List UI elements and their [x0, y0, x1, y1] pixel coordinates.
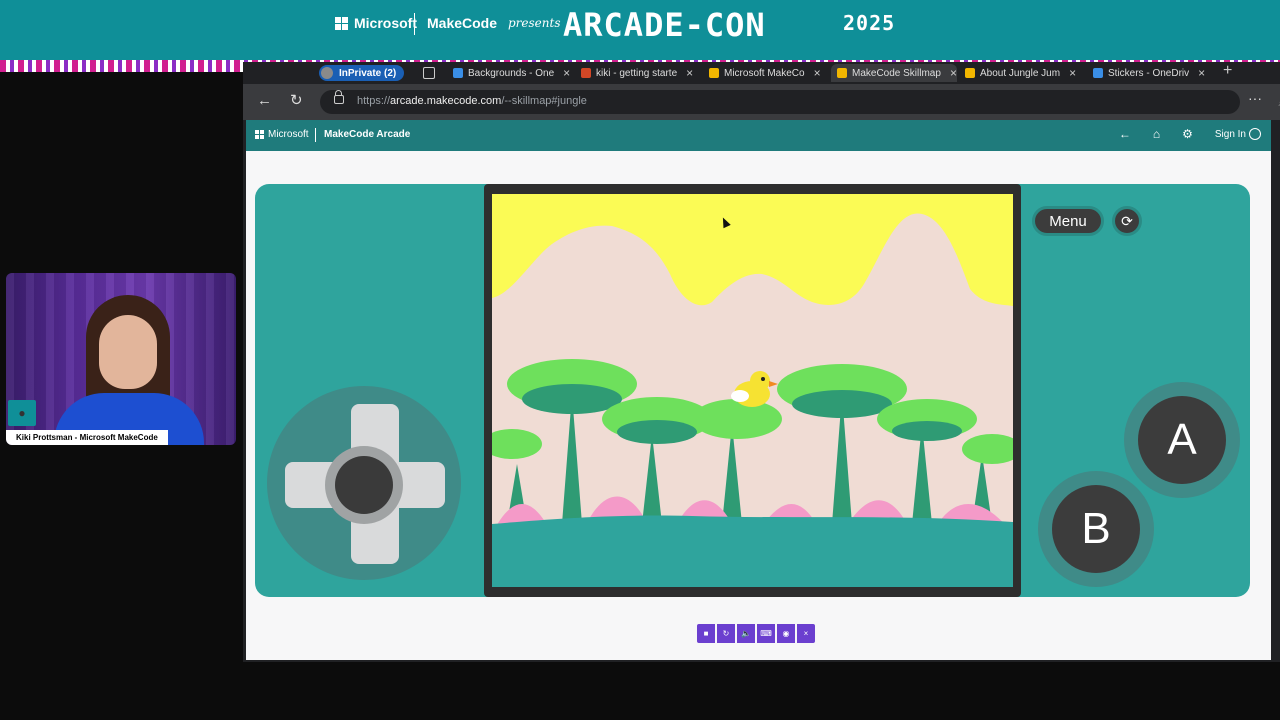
tab-about-jungle-jump[interactable]: About Jungle Jum × [965, 64, 1083, 82]
user-circle-icon [1249, 128, 1261, 140]
simulator-toolbar: ■ ↻ 🔈 ⌨ ◉ × [697, 624, 815, 643]
restart-icon[interactable]: ⟳ [1112, 206, 1142, 236]
b-button[interactable]: B [1052, 485, 1140, 573]
tab-label: Microsoft MakeCo [724, 67, 805, 79]
tab-microsoft-makecode[interactable]: Microsoft MakeCo × [709, 64, 827, 82]
powerpoint-icon [581, 68, 591, 78]
tab-stickers-onedrive[interactable]: Stickers - OneDriv × [1093, 64, 1211, 82]
game-screen-frame [484, 184, 1021, 597]
banner-separator [414, 13, 415, 35]
microsoft-icon [837, 68, 847, 78]
tab-makecode-skillmap[interactable]: MakeCode Skillmap × [831, 64, 957, 82]
game-screen[interactable] [492, 194, 1013, 587]
close-icon[interactable]: × [563, 66, 570, 80]
microsoft-logo: Microsoft [335, 15, 417, 31]
home-icon[interactable]: ⌂ [1153, 127, 1160, 141]
tab-label: MakeCode Skillmap [852, 67, 941, 79]
keyboard-icon[interactable]: ⌨ [757, 624, 775, 643]
makecode-microsoft-logo[interactable]: Microsoft [255, 129, 309, 140]
sound-icon[interactable]: 🔈 [737, 624, 755, 643]
microsoft-squares-icon [255, 130, 264, 139]
ground-front [492, 515, 1013, 587]
header-separator [315, 128, 316, 142]
url-text: https://arcade.makecode.com/--skillmap#j… [357, 95, 587, 107]
presenter-face [99, 315, 157, 389]
tab-label: Backgrounds - One [468, 67, 555, 79]
webcam-caption: Kiki Prottsman - Microsoft MakeCode [6, 430, 168, 445]
microsoft-icon [709, 68, 719, 78]
makecode-arcade-title[interactable]: MakeCode Arcade [324, 129, 410, 140]
close-icon[interactable]: × [814, 66, 821, 80]
inprivate-badge[interactable]: InPrivate (2) [319, 65, 405, 81]
tab-label: Stickers - OneDriv [1108, 67, 1190, 79]
game-simulator: Menu ⟳ A B [255, 184, 1250, 597]
close-icon[interactable]: × [1198, 66, 1205, 80]
dpad-center-icon[interactable] [335, 456, 393, 514]
menu-button[interactable]: Menu [1032, 206, 1104, 236]
jungle-scene [492, 194, 1013, 587]
refresh-icon[interactable]: ↻ [290, 92, 303, 110]
b-button-ring: B [1038, 471, 1154, 587]
browser-window: InPrivate (2) Backgrounds - One × kiki -… [243, 62, 1280, 662]
screenshot-icon[interactable]: ◉ [777, 624, 795, 643]
streamer-avatar-icon: ● [8, 400, 36, 426]
onedrive-icon [1093, 68, 1103, 78]
lock-icon [334, 90, 344, 104]
makecode-header: Microsoft MakeCode Arcade ← ⌂ ⚙ Sign In [246, 120, 1271, 151]
url-path: /--skillmap#jungle [501, 95, 587, 107]
new-tab-icon[interactable]: + [1223, 62, 1232, 80]
makecode-page: Microsoft MakeCode Arcade ← ⌂ ⚙ Sign In [246, 120, 1271, 660]
microsoft-squares-icon [335, 16, 348, 30]
tab-backgrounds[interactable]: Backgrounds - One × [453, 64, 571, 82]
banner-makecode-label: MakeCode [427, 15, 498, 31]
close-icon[interactable]: × [950, 66, 957, 80]
url-field[interactable]: https://arcade.makecode.com/--skillmap#j… [320, 90, 1280, 114]
back-arrow-icon[interactable]: ← [1119, 127, 1131, 141]
header-microsoft-label: Microsoft [268, 129, 309, 140]
dpad[interactable] [267, 386, 461, 580]
tab-label: About Jungle Jum [980, 67, 1061, 79]
address-bar: ← ↻ https://arcade.makecode.com/--skillm… [243, 84, 1280, 120]
banner-microsoft-label: Microsoft [354, 15, 417, 31]
url-domain: arcade.makecode.com [390, 95, 502, 107]
more-options-icon[interactable]: ··· [1248, 90, 1262, 106]
sign-in-button[interactable]: Sign In [1215, 128, 1261, 140]
gear-icon[interactable]: ⚙ [1182, 127, 1193, 141]
a-button[interactable]: A [1138, 396, 1226, 484]
url-prefix: https:// [357, 95, 391, 107]
restart-sim-icon[interactable]: ↻ [717, 624, 735, 643]
tab-label: kiki - getting starte [596, 67, 678, 79]
tab-kiki-getting-started[interactable]: kiki - getting starte × [581, 64, 699, 82]
stop-icon[interactable]: ■ [697, 624, 715, 643]
banner-year: 2025 [843, 11, 896, 35]
tab-bar: InPrivate (2) Backgrounds - One × kiki -… [243, 62, 1280, 84]
close-icon[interactable]: × [686, 66, 693, 80]
close-icon[interactable]: × [797, 624, 815, 643]
sign-in-label: Sign In [1214, 128, 1246, 140]
banner-title: ARCADE-CON [563, 6, 766, 44]
onedrive-icon [453, 68, 463, 78]
close-icon[interactable]: × [1069, 66, 1076, 80]
webcam-feed: ● Kiki Prottsman - Microsoft MakeCode [6, 273, 236, 445]
banner-presents-label: presents [508, 16, 561, 30]
header-actions: ← ⌂ ⚙ Sign In [1119, 127, 1261, 141]
microsoft-icon [965, 68, 975, 78]
a-button-ring: A [1124, 382, 1240, 498]
tab-actions-icon[interactable] [423, 67, 435, 79]
back-arrow-icon[interactable]: ← [257, 92, 272, 110]
